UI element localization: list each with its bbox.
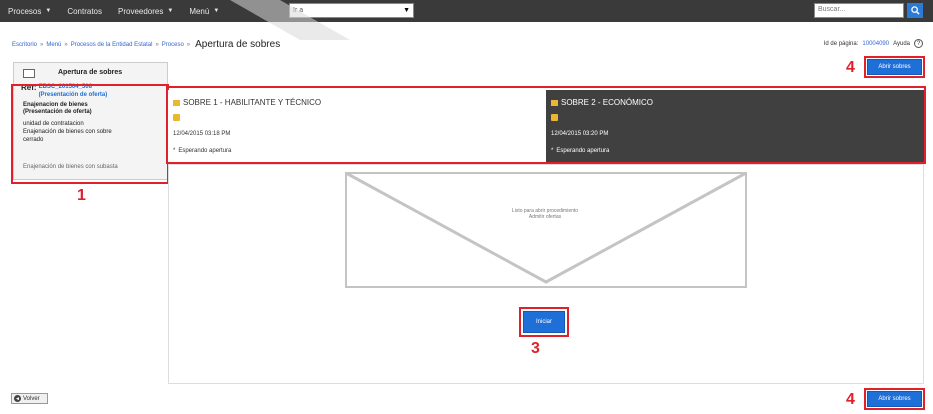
breadcrumb-separator: » — [64, 41, 68, 48]
page-title: Apertura de sobres — [195, 39, 281, 50]
caret-down-icon: ▼ — [213, 8, 220, 14]
nav-menu-contratos[interactable]: Contratos — [59, 0, 110, 22]
top-navigation-bar: Procesos ▼ Contratos Proveedores ▼ Menú … — [0, 0, 933, 22]
marker-4-top: 4 — [846, 59, 855, 76]
breadcrumb-link-proceso[interactable]: Proceso — [162, 42, 184, 48]
marker-3: 3 — [531, 340, 540, 357]
nav-label: Menú — [189, 6, 210, 16]
breadcrumb-separator: » — [40, 41, 44, 48]
header-page-info: Id de página: 10004090 Ayuda ? — [824, 39, 923, 48]
page-id-label: Id de página: — [823, 40, 859, 47]
open-envelopes-button-bottom[interactable]: Abrir sobres — [867, 391, 922, 407]
search-input[interactable]: Buscar... — [814, 3, 904, 18]
envelope-icon — [345, 172, 747, 288]
breadcrumb-separator: » — [186, 41, 191, 48]
back-button[interactable]: ◄ Volver — [11, 393, 48, 404]
start-button[interactable]: Iniciar — [523, 311, 565, 333]
ready-message: Listo para abrir procedimiento Admitir o… — [470, 208, 620, 220]
nav-menu-proveedores[interactable]: Proveedores ▼ — [110, 0, 181, 22]
help-link[interactable]: Ayuda — [893, 41, 910, 47]
help-icon[interactable]: ? — [914, 39, 923, 48]
caret-down-icon: ▼ — [45, 8, 52, 14]
arrow-left-icon: ◄ — [14, 395, 21, 402]
breadcrumb-link-escritorio[interactable]: Escritorio — [12, 42, 37, 48]
highlight-info-panel — [11, 84, 169, 184]
nav-label: Procesos — [8, 6, 42, 16]
caret-down-icon: ▼ — [167, 8, 174, 14]
nav-label: Proveedores — [118, 6, 164, 16]
breadcrumb: Escritorio » Menú » Procesos de la Entid… — [12, 39, 280, 50]
panel-title: Apertura de sobres — [58, 69, 123, 76]
watermark-stroke — [230, 0, 350, 40]
document-icon — [23, 69, 35, 78]
ready-line-2: Admitir ofertas — [528, 214, 562, 220]
highlight-envelopes — [166, 86, 926, 164]
nav-menu-procesos[interactable]: Procesos ▼ — [0, 0, 59, 22]
breadcrumb-link-menu[interactable]: Menú — [46, 42, 61, 48]
breadcrumb-link-procesos[interactable]: Procesos de la Entidad Estatal — [71, 42, 153, 48]
nav-menu-menu[interactable]: Menú ▼ — [181, 0, 227, 22]
nav-label: Contratos — [67, 6, 102, 16]
search-button[interactable] — [907, 3, 923, 18]
search-icon — [910, 6, 920, 15]
page-id-value[interactable]: 10004090 — [862, 41, 889, 47]
breadcrumb-separator: » — [155, 41, 159, 48]
marker-1: 1 — [77, 187, 86, 204]
marker-4-bottom: 4 — [846, 391, 855, 408]
open-envelopes-button-top[interactable]: Abrir sobres — [867, 59, 922, 75]
back-button-label: Volver — [23, 395, 40, 402]
